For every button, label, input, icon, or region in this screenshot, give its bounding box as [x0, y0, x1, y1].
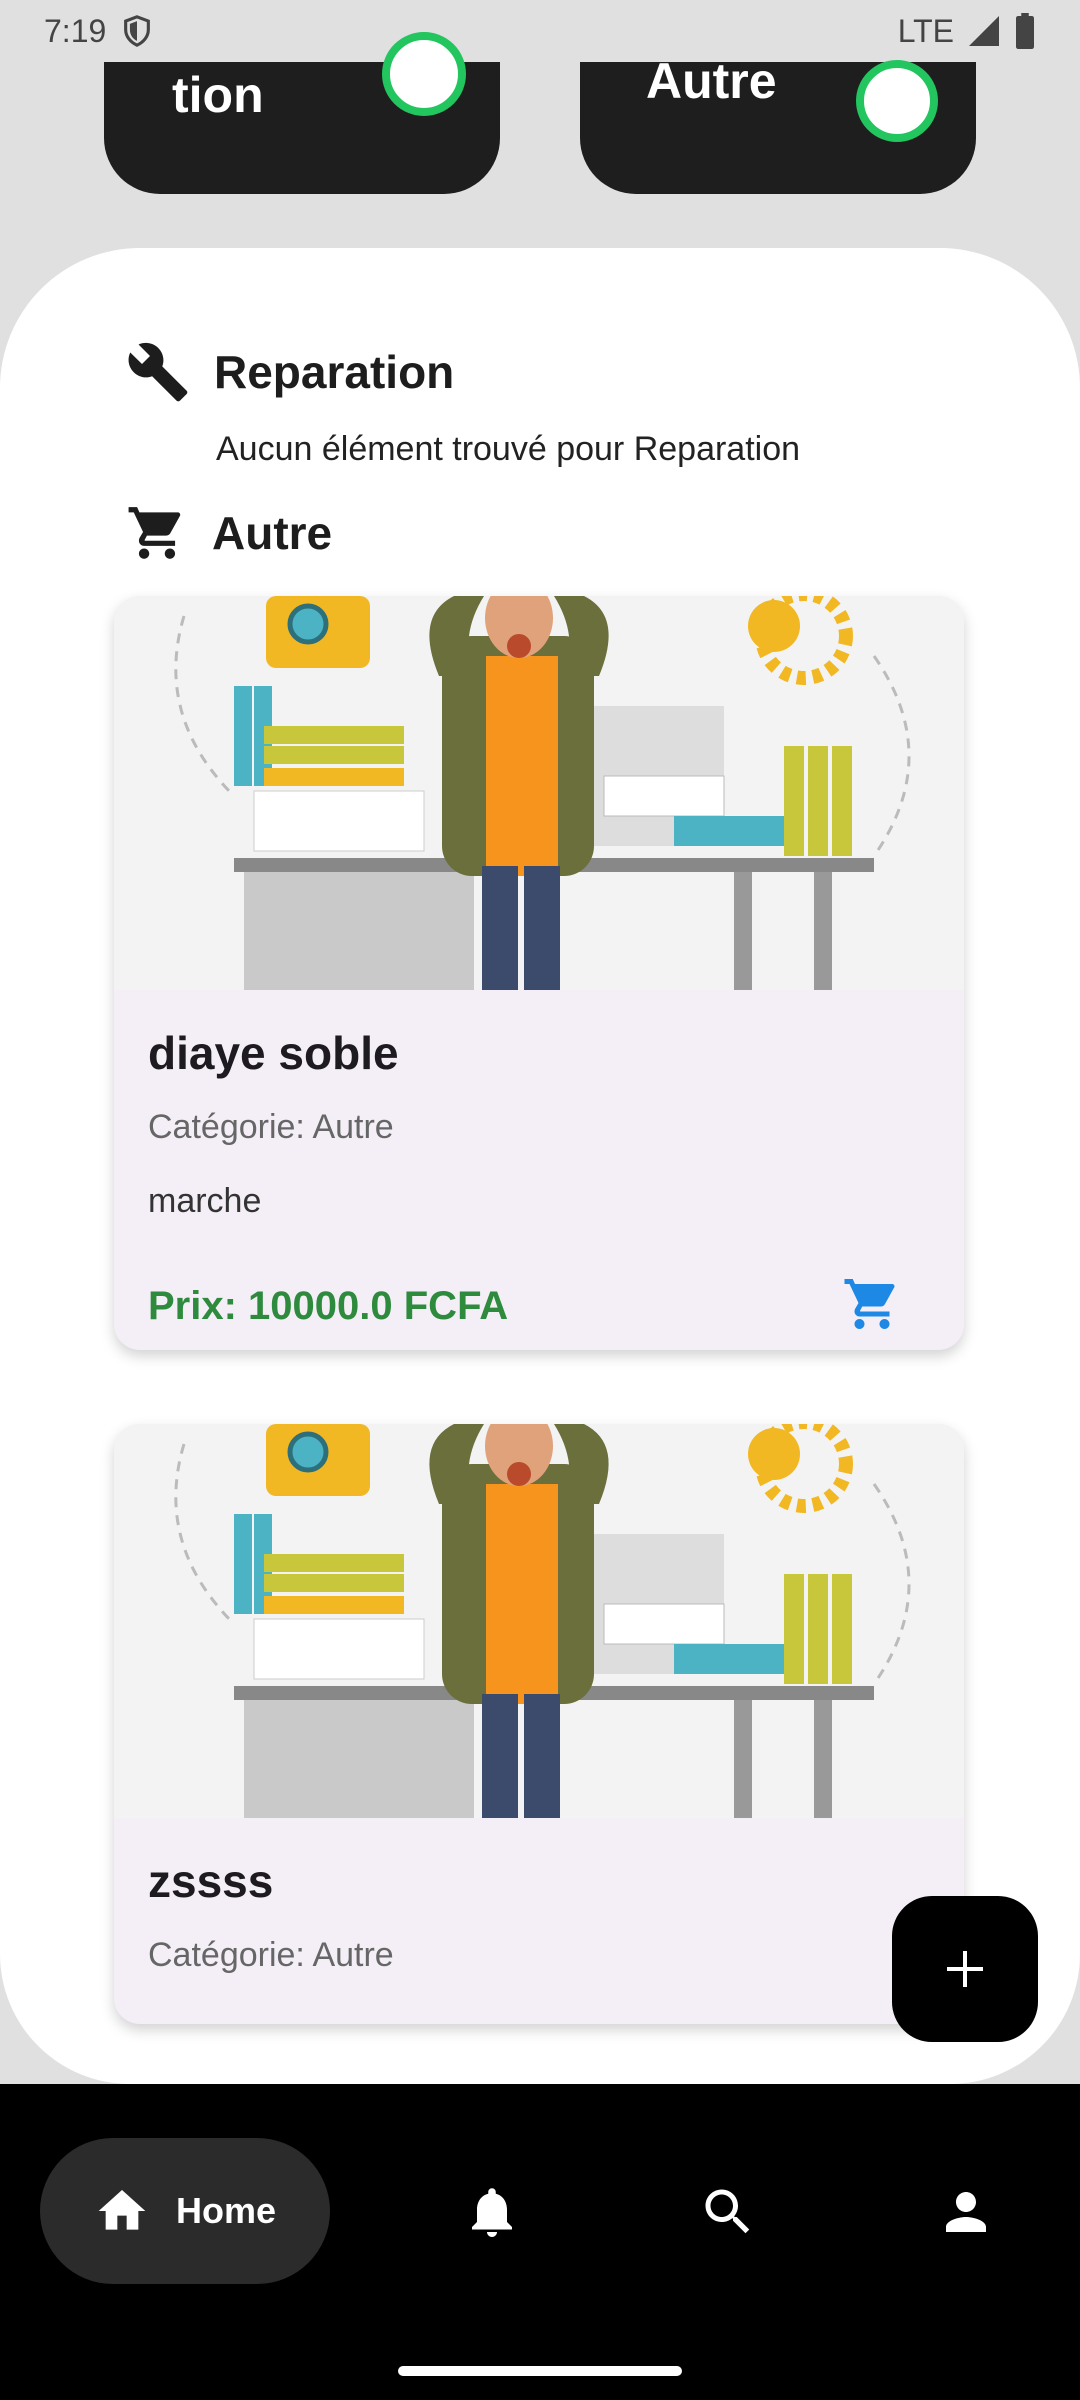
bottom-navigation: Home: [0, 2084, 1080, 2400]
home-icon: [98, 2190, 146, 2230]
product-image: [114, 596, 964, 990]
search-icon[interactable]: [698, 2182, 758, 2242]
person-icon[interactable]: [936, 2182, 996, 2242]
product-description: marche: [148, 1182, 262, 1220]
product-details: diaye soble Catégorie: Autre marche Prix…: [114, 990, 964, 1350]
product-category: Catégorie: Autre: [148, 1108, 394, 1146]
main-panel: Reparation Aucun élément trouvé pour Rep…: [0, 248, 1080, 2084]
empty-state-message: Aucun élément trouvé pour Reparation: [216, 430, 801, 468]
product-price: Prix: 10000.0 FCFA: [148, 1284, 509, 1328]
product-title: diaye soble: [148, 1027, 399, 1079]
home-indicator[interactable]: [398, 2366, 682, 2376]
plus-icon: [947, 1951, 983, 1987]
cart-icon: [128, 507, 181, 559]
section-header-autre: Autre: [126, 502, 332, 564]
nav-home[interactable]: Home: [40, 2138, 330, 2284]
category-card-reparation[interactable]: tion: [104, 32, 500, 194]
product-image: [114, 1424, 964, 1818]
nav-home-label: Home: [175, 2190, 277, 2231]
shield-icon: [124, 15, 151, 47]
network-type: LTE: [897, 12, 954, 49]
product-category: Catégorie: Autre: [148, 1936, 394, 1974]
product-card[interactable]: diaye soble Catégorie: Autre marche Prix…: [114, 596, 964, 1350]
battery-icon: [1016, 13, 1034, 49]
status-bar: 7:19 LTE: [0, 0, 1080, 62]
section-title: Autre: [212, 507, 333, 559]
category-filter-row: tion Autre: [0, 32, 1080, 194]
add-product-button[interactable]: [892, 1896, 1038, 2042]
section-header-reparation: Reparation: [126, 340, 454, 404]
status-time: 7:19: [44, 12, 107, 49]
category-toggle[interactable]: [382, 32, 466, 116]
product-card[interactable]: zssss Catégorie: Autre: [114, 1424, 964, 2024]
category-card-label: tion: [172, 67, 264, 123]
section-title: Reparation: [214, 346, 455, 398]
category-toggle[interactable]: [856, 60, 938, 142]
product-title: zssss: [148, 1855, 274, 1907]
wrench-icon: [128, 342, 188, 402]
category-card-autre[interactable]: Autre: [580, 53, 976, 194]
bell-icon[interactable]: [462, 2182, 522, 2242]
add-to-cart-icon[interactable]: [842, 1274, 902, 1334]
signal-icon: [969, 16, 999, 46]
category-card-label: Autre: [646, 53, 777, 109]
product-details: zssss Catégorie: Autre: [114, 1818, 964, 2024]
